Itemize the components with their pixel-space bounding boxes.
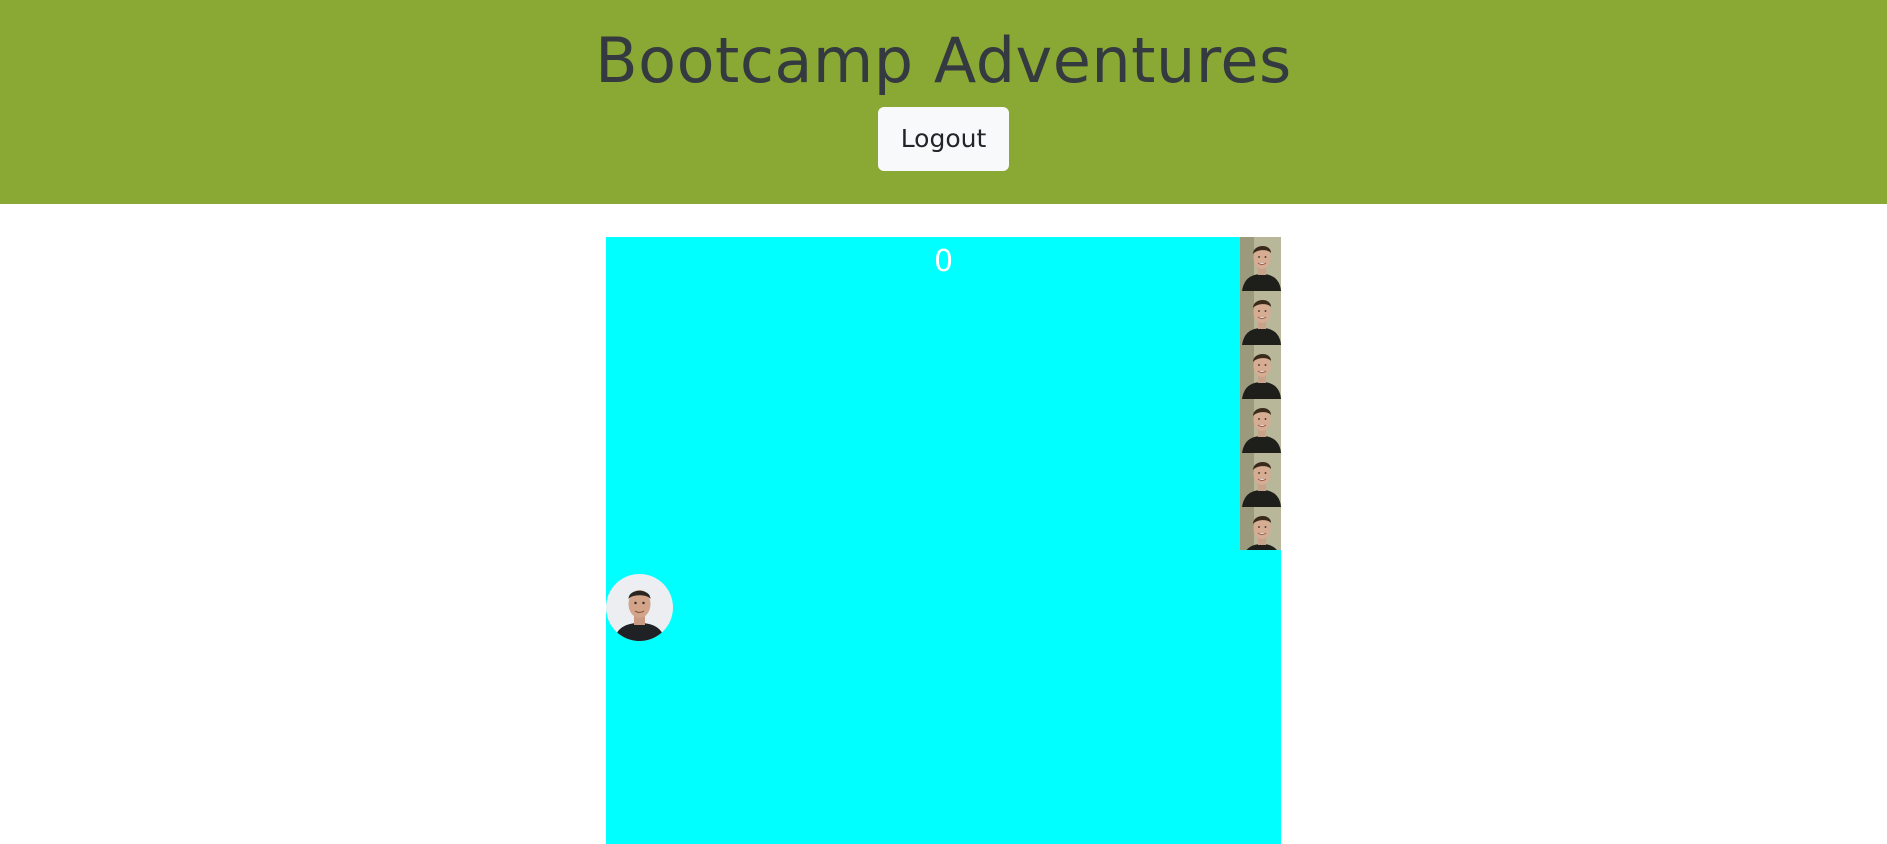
enemy-face-image [1240,291,1281,345]
logout-button[interactable]: Logout [878,107,1009,171]
enemy-face [1240,345,1281,399]
enemy-face [1240,507,1281,550]
player-avatar[interactable] [606,574,673,641]
score-counter: 0 [933,244,954,279]
enemy-face [1240,453,1281,507]
enemy-face [1240,399,1281,453]
enemy-face-image [1240,237,1281,291]
enemy-face-image [1240,345,1281,399]
page-header: Bootcamp Adventures Logout [0,0,1887,204]
enemy-face [1240,291,1281,345]
game-board[interactable]: 0 [606,237,1281,844]
player-avatar-image [606,574,673,641]
enemy-face [1240,237,1281,291]
page-title: Bootcamp Adventures [595,24,1292,97]
enemy-face-image [1240,453,1281,507]
enemy-face-image [1240,507,1281,550]
enemy-face-image [1240,399,1281,453]
